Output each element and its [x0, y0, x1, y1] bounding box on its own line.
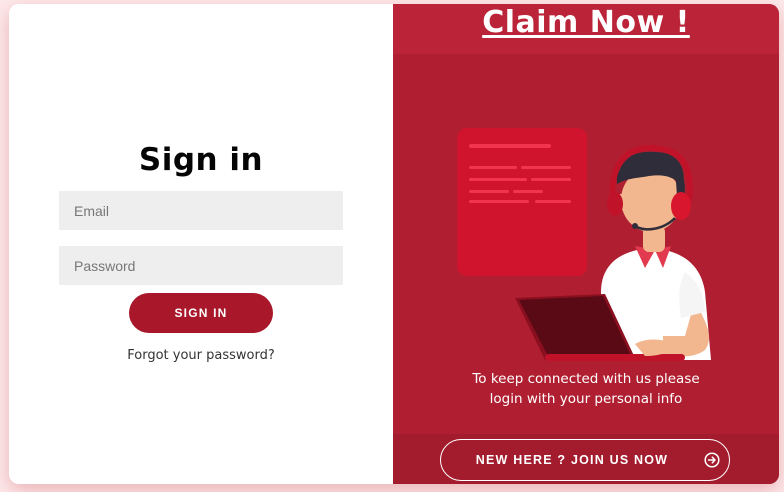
promo-message-line2: login with your personal info — [489, 391, 683, 407]
sign-in-title: Sign in — [138, 142, 264, 178]
auth-card: Sign in SIGN IN Forgot your password? Cl… — [9, 4, 779, 484]
customer-support-agent-illustration — [457, 128, 711, 361]
join-now-button[interactable]: NEW HERE ? JOIN US NOW — [440, 439, 730, 481]
forgot-password-link[interactable]: Forgot your password? — [9, 348, 393, 363]
promo-message: To keep connected with us please login w… — [393, 369, 779, 409]
password-input[interactable] — [59, 246, 343, 285]
claim-now-link[interactable]: Claim Now ! — [393, 5, 779, 40]
arrow-circle-right-icon — [704, 452, 720, 468]
sign-in-panel: Sign in SIGN IN Forgot your password? — [9, 4, 393, 484]
join-now-label: NEW HERE ? JOIN US NOW — [475, 453, 669, 467]
sign-in-button[interactable]: SIGN IN — [129, 293, 273, 333]
email-input[interactable] — [59, 191, 343, 230]
promo-message-line1: To keep connected with us please — [472, 371, 700, 387]
promo-panel: Claim Now ! To keep connected with us pl… — [393, 4, 779, 484]
